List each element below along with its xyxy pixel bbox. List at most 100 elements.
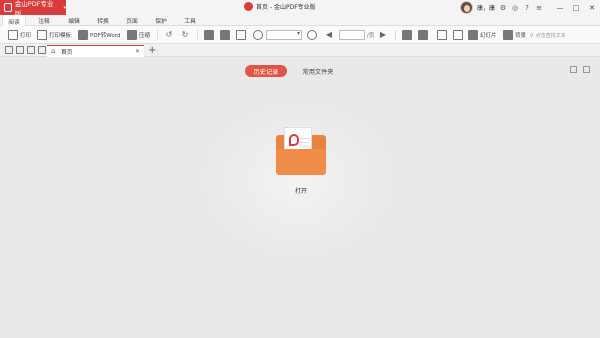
tab-protect[interactable]: 保护 [149,15,173,26]
divider [395,30,396,40]
slideshow-icon [468,30,478,40]
mail-icon[interactable] [38,46,46,54]
tab-convert[interactable]: 转换 [91,15,115,26]
app-icon [244,2,253,11]
list-view-icon[interactable] [583,66,590,73]
zoom-out-button[interactable] [253,29,263,41]
document-tab-bar: ⌂ 首页 ✕ + [0,44,600,57]
tab-home[interactable]: ⌂ 首页 ✕ [47,45,144,57]
folder-icon [276,149,326,175]
search-field[interactable]: ⚲ 点击查找文本 [530,31,594,40]
title-bar: 金山PDF专业版 ▾ 首页 - 金山PDF专业版 康，康 ⚙ ◎ ? ≡ — □… [0,0,600,18]
print-button[interactable]: 打印 [8,29,31,41]
zoom-in-icon [307,30,317,40]
background-icon [503,30,513,40]
double-page-icon [220,30,230,40]
tab-edit[interactable]: 编辑 [62,15,86,26]
compress-icon [127,30,137,40]
history-tab[interactable]: 历史记录 [245,65,287,77]
compress-label: 压缩 [139,33,151,39]
search-icon: ⚲ [530,32,534,39]
avatar[interactable] [460,1,473,14]
thumbnail-icon [437,30,447,40]
arrow-right-icon: ▶ [379,30,387,39]
menu-icon[interactable]: ≡ [535,4,543,12]
pdf-to-word-label: PDF转Word [90,33,121,39]
page-number-input[interactable] [339,30,365,40]
zoom-select[interactable] [266,30,302,40]
slideshow-label: 幻灯片 [480,33,497,39]
empty-state-glow [198,100,398,260]
thumbnail-button[interactable] [437,29,447,41]
prev-page-button[interactable]: ◀ [324,29,334,41]
save-icon[interactable] [16,46,24,54]
minimize-button[interactable]: — [552,0,568,15]
window-title: 首页 - 金山PDF专业版 [244,2,316,11]
window-title-text: 首页 - 金山PDF专业版 [256,4,316,11]
rotate-left-button[interactable]: ↺ [164,29,174,41]
pdf-to-word-button[interactable]: PDF转Word [78,29,120,41]
fullscreen-icon [453,30,463,40]
maximize-button[interactable]: □ [568,0,584,15]
double-page-button[interactable] [220,29,230,41]
arrow-left-icon: ◀ [325,30,333,39]
skin-icon[interactable]: ◎ [511,4,519,12]
user-name[interactable]: 康，康 [477,3,495,12]
slideshow-button[interactable]: 幻灯片 [468,29,497,41]
open-folder-icon[interactable] [5,46,13,54]
tab-home-label: 首页 [61,50,73,56]
view-toggle [570,66,590,73]
settings-icon[interactable]: ⚙ [499,4,507,12]
columns-icon [418,30,428,40]
print-template-icon [37,30,47,40]
open-file-button[interactable] [276,127,326,175]
fit-width-button[interactable] [236,29,246,41]
print-template-button[interactable]: 打印模板 [37,29,71,41]
rotate-right-button[interactable]: ↻ [180,29,190,41]
pdf-logo-icon [289,134,299,146]
search-placeholder: 点击查找文本 [535,33,566,39]
fullscreen-button[interactable] [453,29,463,41]
single-page-icon [204,30,214,40]
window-controls: — □ ✕ [552,0,600,15]
user-area: 康，康 ⚙ ◎ ? ≡ [460,0,543,15]
tab-annotate[interactable]: 注释 [32,15,56,26]
next-page-button[interactable]: ▶ [378,29,388,41]
rotate-left-icon: ↺ [165,30,173,39]
open-label[interactable]: 打开 [286,186,316,195]
tab-page[interactable]: 页面 [120,15,144,26]
view-mode-button[interactable] [402,29,412,41]
home-icon: ⌂ [51,47,56,55]
rotate-right-icon: ↻ [181,30,189,39]
undo-icon[interactable] [27,46,35,54]
app-menu-button[interactable]: 金山PDF专业版 ▾ [0,0,66,18]
text-line [300,138,309,139]
zoom-in-button[interactable] [307,29,317,41]
toolbar: 打印 打印模板 PDF转Word 压缩 ↺ ↻ ◀ /页 ▶ 幻灯片 背景 ⚲ … [0,26,600,44]
single-page-button[interactable] [204,29,214,41]
print-label: 打印 [20,33,32,39]
tab-tools[interactable]: 工具 [178,15,202,26]
common-folders-tab[interactable]: 常用文件夹 [293,65,343,77]
text-line [300,142,309,143]
text-line [300,146,309,147]
columns-button[interactable] [418,29,428,41]
print-template-label: 打印模板 [49,33,72,39]
ribbon-tabs: 阅读 注释 编辑 转换 页面 保护 工具 [0,15,600,27]
grid-view-icon[interactable] [570,66,577,73]
close-tab-icon[interactable]: ✕ [135,48,140,55]
help-icon[interactable]: ? [523,4,531,12]
compress-button[interactable]: 压缩 [127,29,150,41]
print-icon [8,30,18,40]
divider [157,30,158,40]
add-tab-button[interactable]: + [148,45,156,56]
view-mode-icon [402,30,412,40]
divider [197,30,198,40]
zoom-out-icon [253,30,263,40]
background-label: 背景 [515,33,527,39]
fit-width-icon [236,30,246,40]
pdf-logo-icon [4,3,12,12]
close-button[interactable]: ✕ [584,0,600,15]
background-button[interactable]: 背景 [503,29,526,41]
page-suffix: /页 [367,33,375,39]
